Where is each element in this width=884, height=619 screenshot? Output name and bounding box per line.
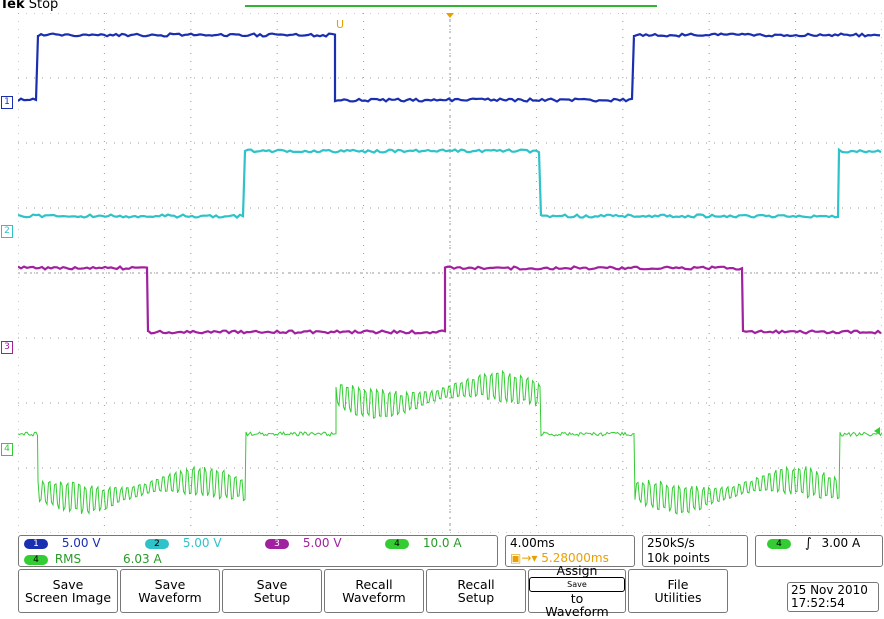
channel-1-marker[interactable]: 1 <box>1 96 13 109</box>
delay-arrow-icon: ▣→▾ <box>510 551 537 565</box>
save-setup-button[interactable]: Save Setup <box>222 569 322 613</box>
brand-label: Tek <box>0 0 25 12</box>
trigger-level: 3.00 A <box>821 536 860 550</box>
record-position-bar[interactable] <box>245 5 657 7</box>
waveform-graticule: U <box>18 13 882 533</box>
status-text: Tek Stop <box>0 0 58 12</box>
save-key-icon: Save <box>529 577 625 592</box>
softkey-line: Utilities <box>629 591 727 604</box>
ch1-chip: 1 <box>24 539 48 549</box>
ch4-chip: 4 <box>385 539 409 549</box>
channel-2-marker[interactable]: 2 <box>1 225 13 238</box>
softkey-line: Waveform <box>529 605 625 618</box>
ch3-scale: 5.00 V <box>303 536 342 550</box>
rising-edge-icon: ∫ <box>805 536 812 551</box>
channel-3-marker[interactable]: 3 <box>1 341 13 354</box>
file-utilities-button[interactable]: File Utilities <box>628 569 728 613</box>
channel-2-waveform <box>18 150 881 218</box>
channel-1-waveform <box>18 34 880 102</box>
record-length: 10k points <box>647 551 710 565</box>
softkey-line: Setup <box>223 591 321 604</box>
ch2-readout[interactable]: 2 5.00 V <box>145 536 222 550</box>
waveform-display[interactable]: U <box>18 13 882 533</box>
measurement-readout[interactable]: 4 RMS 6.03 A <box>24 552 162 566</box>
trigger-position-marker: U <box>336 18 344 31</box>
readout-panel: 1 5.00 V 2 5.00 V 3 5.00 V 4 10.0 A 4 RM… <box>15 535 884 567</box>
softkey-line: Save to <box>529 577 625 605</box>
channel-3-waveform <box>18 267 881 334</box>
save-waveform-button[interactable]: Save Waveform <box>120 569 220 613</box>
measurement-name: RMS <box>55 552 81 566</box>
timebase-scale: 4.00ms <box>510 536 555 550</box>
scope-header: Tek Stop <box>0 0 884 14</box>
softkey-line: Waveform <box>121 591 219 604</box>
run-state: Stop <box>29 0 59 12</box>
softkey-line: Assign <box>529 564 625 577</box>
recall-waveform-button[interactable]: Recall Waveform <box>324 569 424 613</box>
assign-save-button[interactable]: Assign Save to Waveform <box>528 569 626 613</box>
recall-setup-button[interactable]: Recall Setup <box>426 569 526 613</box>
time-label: 17:52:54 <box>791 597 878 610</box>
softkey-line: Setup <box>427 591 525 604</box>
trigger-readout: 4 ∫ 3.00 A <box>767 536 860 551</box>
save-screen-image-button[interactable]: Save Screen Image <box>18 569 118 613</box>
ch2-scale: 5.00 V <box>183 536 222 550</box>
softkey-line: Screen Image <box>19 591 117 604</box>
softkey-line: Waveform <box>325 591 423 604</box>
sample-rate: 250kS/s <box>647 536 695 550</box>
channel-4-marker[interactable]: 4 <box>1 443 13 456</box>
ch1-readout[interactable]: 1 5.00 V <box>24 536 101 550</box>
measurement-value: 6.03 A <box>123 552 162 566</box>
ch3-readout[interactable]: 3 5.00 V <box>265 536 342 550</box>
measurement-chip: 4 <box>24 555 48 565</box>
ch4-readout[interactable]: 4 10.0 A <box>385 536 462 550</box>
ch2-chip: 2 <box>145 539 169 549</box>
softkey-menu: Save Screen Image Save Waveform Save Set… <box>18 569 884 614</box>
trigger-source-chip: 4 <box>767 539 791 549</box>
ch4-scale: 10.0 A <box>423 536 462 550</box>
datetime-display: 25 Nov 2010 17:52:54 <box>787 582 879 612</box>
trigger-point-icon <box>446 13 454 18</box>
ch1-scale: 5.00 V <box>62 536 101 550</box>
ch3-chip: 3 <box>265 539 289 549</box>
